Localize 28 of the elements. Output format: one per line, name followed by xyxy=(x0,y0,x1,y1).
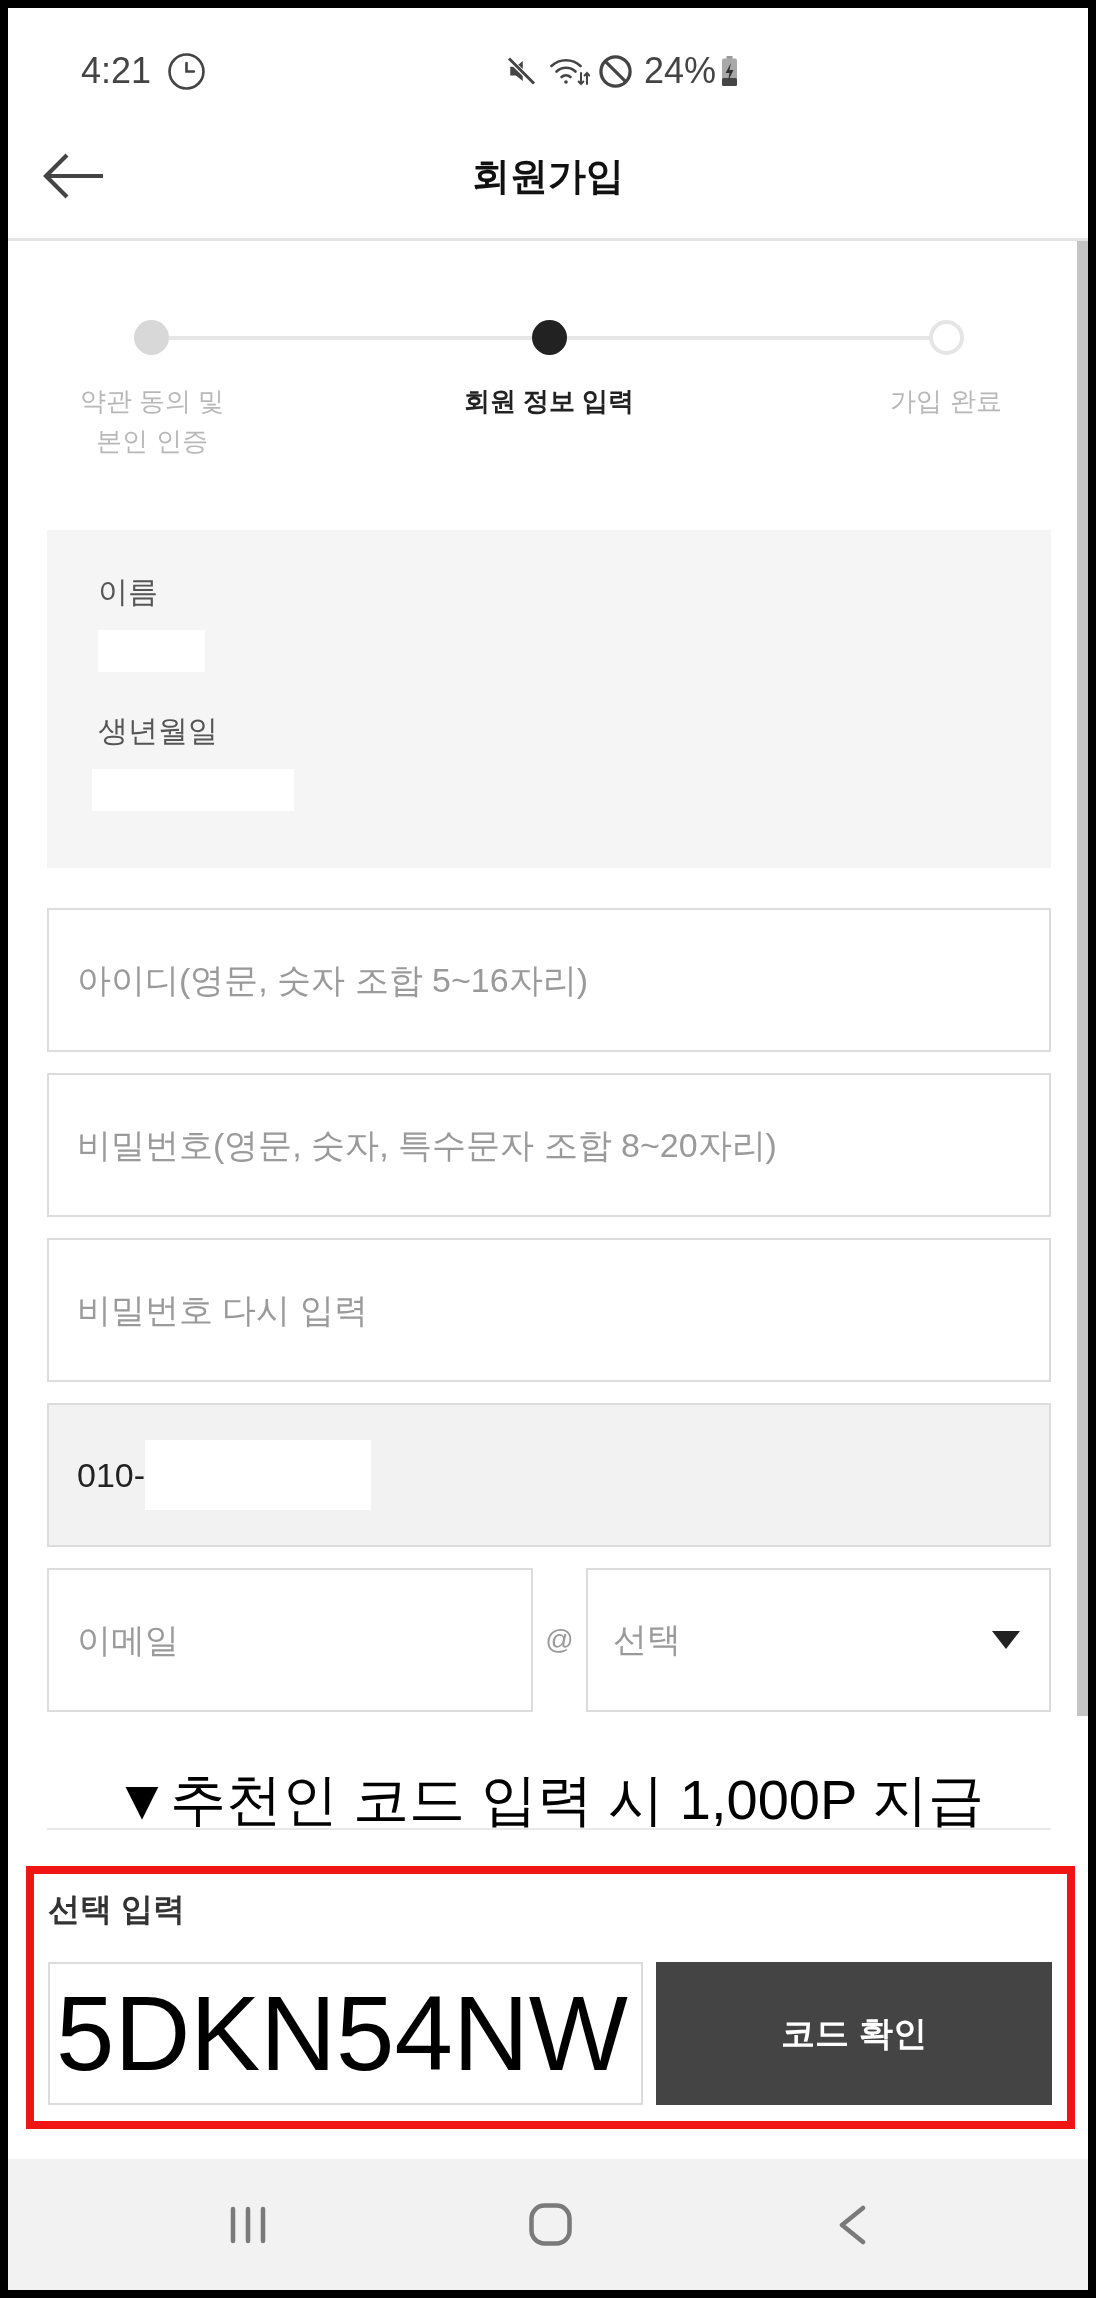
step-label: 가입 완료 xyxy=(890,385,1002,418)
prohibited-icon xyxy=(599,54,633,88)
code-confirm-button[interactable]: 코드 확인 xyxy=(656,1962,1052,2105)
email-input[interactable]: 이메일 xyxy=(47,1568,533,1712)
text-input-field[interactable]: 비밀번호 다시 입력 xyxy=(47,1238,1051,1382)
step-label: 약관 동의 및 본인 인증 xyxy=(79,385,225,458)
section-label: 선택 입력 xyxy=(48,1891,185,1927)
caret-down-icon xyxy=(992,1631,1020,1649)
page-title: 회원가입 xyxy=(472,154,624,199)
recents-icon[interactable] xyxy=(229,2205,267,2244)
home-icon[interactable] xyxy=(528,2203,572,2246)
arrow-left-icon xyxy=(43,153,103,199)
battery-charging-icon xyxy=(721,56,739,86)
status-time: 4:21 xyxy=(81,51,152,91)
mute-icon xyxy=(506,56,538,86)
back-button[interactable] xyxy=(43,153,103,199)
step-label: 회원 정보 입력 xyxy=(463,385,635,418)
at-sign: @ xyxy=(545,1624,574,1656)
back-icon[interactable] xyxy=(838,2204,866,2245)
clock-icon xyxy=(168,52,206,90)
code-input[interactable]: 5DKN54NW xyxy=(48,1962,643,2105)
text-input-field[interactable]: 아이디(영문, 숫자 조합 5~16자리) xyxy=(47,908,1051,1052)
wifi-icon xyxy=(550,56,591,86)
field-label: 생년월일 xyxy=(98,713,218,749)
text-input-field[interactable]: 비밀번호(영문, 숫자, 특수문자 조합 8~20자리) xyxy=(47,1073,1051,1217)
field-label: 이름 xyxy=(98,574,158,610)
battery-percent: 24% xyxy=(644,51,717,91)
referral-banner-text: ▼추천인 코드 입력 시 1,000P 지급 xyxy=(114,1772,984,1828)
